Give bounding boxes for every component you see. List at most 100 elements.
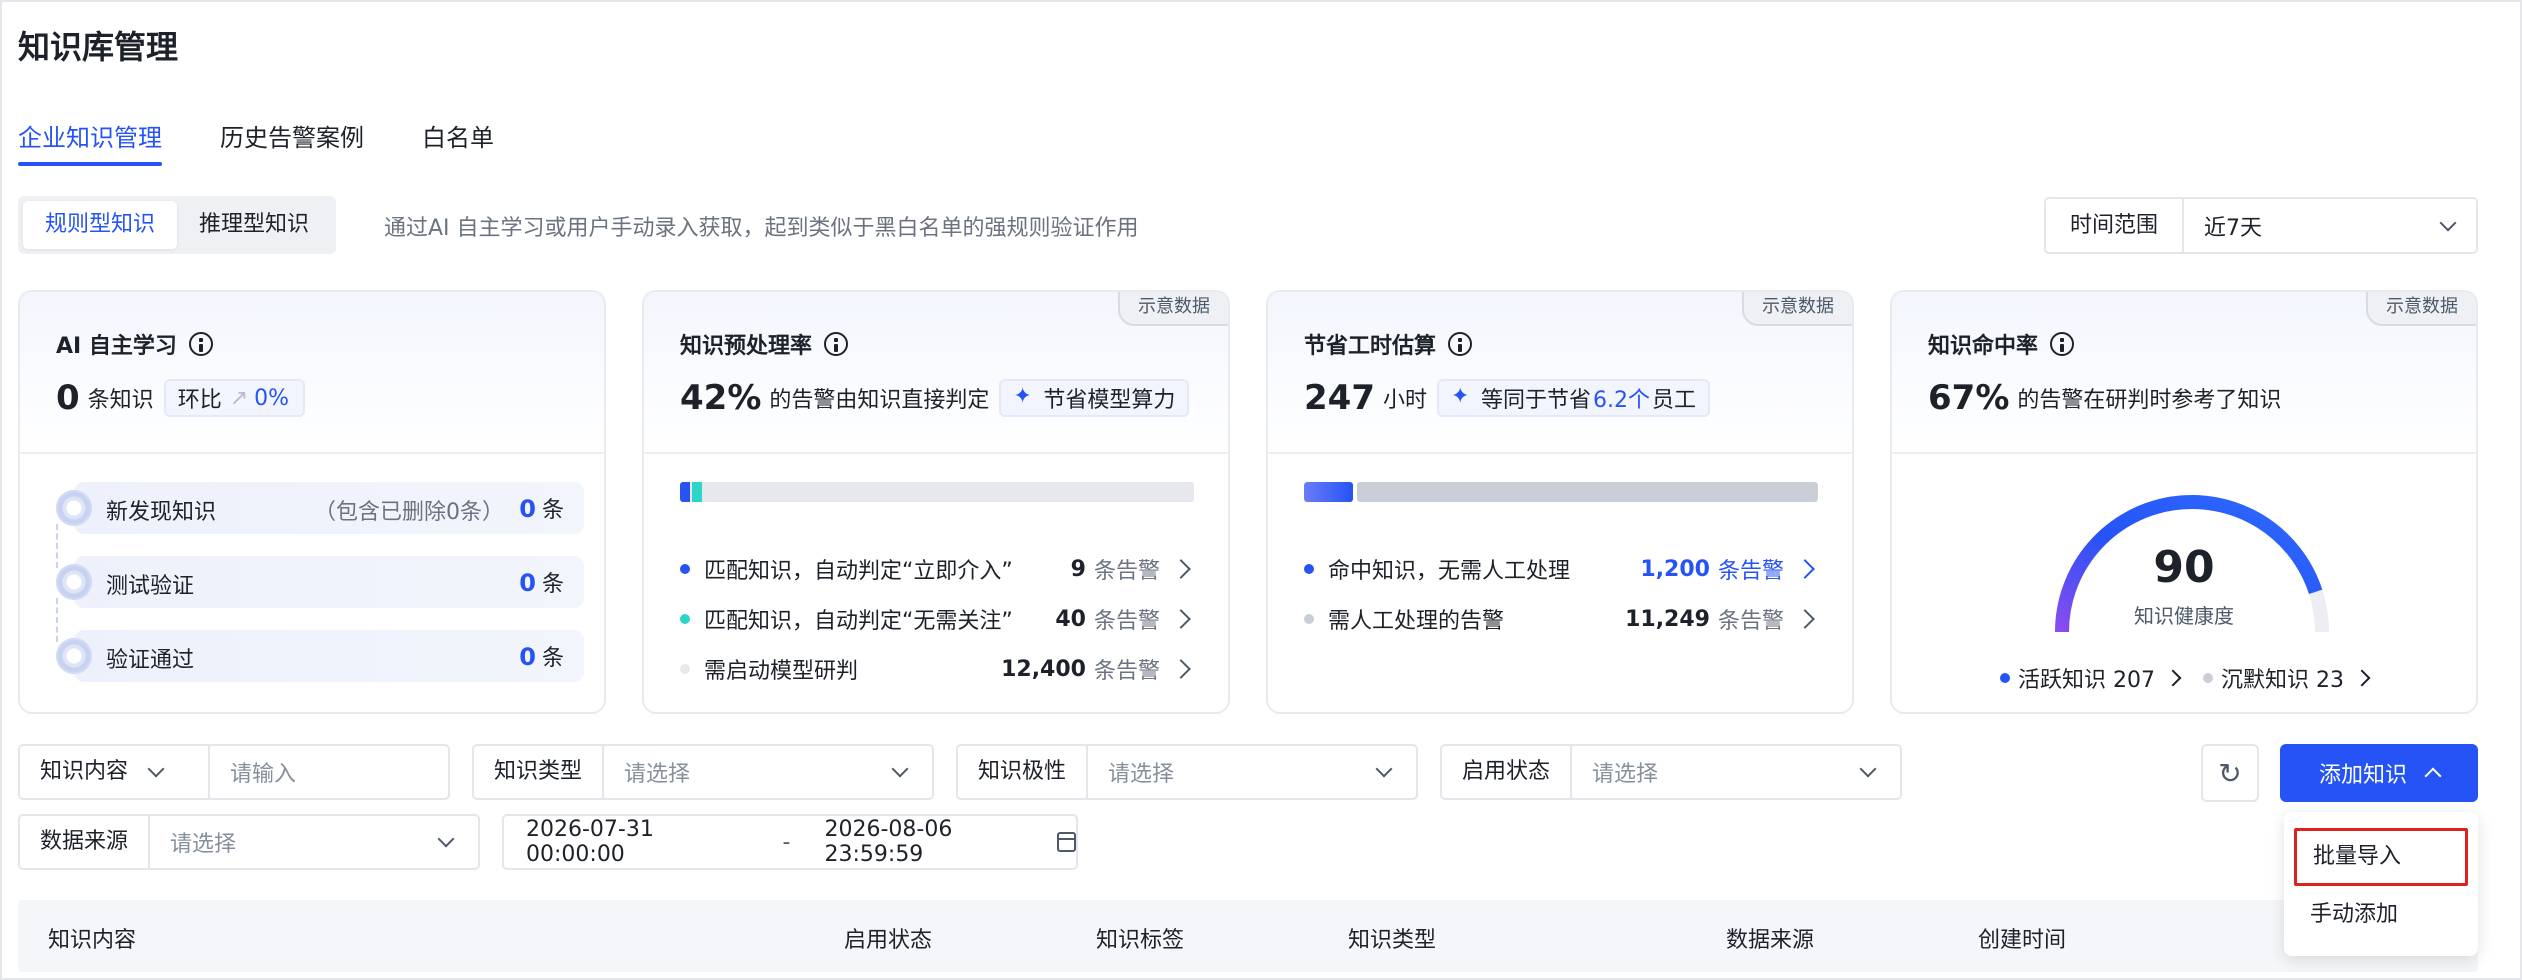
- add-knowledge-button[interactable]: 添加知识: [2280, 744, 2478, 802]
- info-icon[interactable]: [1448, 332, 1473, 356]
- segment-description: 通过AI 自主学习或用户手动录入获取，起到类似于黑白名单的强规则验证作用: [384, 216, 1139, 241]
- filter-enable-status[interactable]: 启用状态 请选择: [1440, 744, 1902, 800]
- card-hit-rate: 示意数据 知识命中率 67% 的告警在研判时参考了知识 90 知识健康度 活跃知…: [1890, 290, 2478, 714]
- list-item[interactable]: 需人工处理的告警 11,249 条告警: [1304, 594, 1818, 644]
- legend-silent-knowledge[interactable]: 沉默知识 23: [2203, 662, 2371, 694]
- chevron-down-icon: [437, 830, 455, 848]
- list-item[interactable]: 命中知识，无需人工处理 1,200 条告警: [1304, 544, 1818, 594]
- demo-data-badge: 示意数据: [1118, 292, 1228, 326]
- info-icon[interactable]: [188, 332, 213, 356]
- refresh-button[interactable]: ↻: [2201, 744, 2259, 802]
- filter-knowledge-type[interactable]: 知识类型 请选择: [472, 744, 934, 800]
- segment-reasoning-knowledge[interactable]: 推理型知识: [177, 201, 331, 249]
- list-item[interactable]: 匹配知识，自动判定“无需关注” 40 条告警: [680, 594, 1194, 644]
- legend-dot: [1304, 564, 1314, 574]
- list-item[interactable]: 需启动模型研判 12,400 条告警: [680, 644, 1194, 694]
- step-testing: 测试验证 0条: [56, 556, 584, 608]
- card-ai-learning: AI 自主学习 0 条知识 环比 ↗ 0% 新发现知识 （包含已删除0条） 0条…: [18, 290, 606, 714]
- info-icon[interactable]: [2050, 332, 2075, 356]
- time-range-select[interactable]: 时间范围 近7天: [2044, 197, 2478, 254]
- status-select[interactable]: 请选择: [1572, 756, 1862, 788]
- content-field-select[interactable]: 知识内容: [20, 746, 211, 798]
- filter-knowledge-content: 知识内容 请输入: [18, 744, 450, 800]
- card-preprocess-rate: 示意数据 知识预处理率 42% 的告警由知识直接判定 节省模型算力 匹配知识，自…: [642, 290, 1230, 714]
- gauge-legend: 活跃知识 207 沉默知识 23: [1892, 662, 2476, 694]
- metric-value: 67%: [1928, 378, 2010, 418]
- chevron-down-icon: [1859, 760, 1877, 778]
- column-header-source: 数据来源: [1726, 928, 1815, 953]
- legend-active-knowledge[interactable]: 活跃知识 207: [2000, 662, 2182, 694]
- calendar-icon: [1057, 832, 1077, 852]
- savings-progress-bar: [1304, 482, 1818, 502]
- legend-dot: [1304, 614, 1314, 624]
- knowledge-type-segment: 规则型知识 推理型知识: [18, 196, 337, 254]
- card-title: 节省工时估算: [1304, 334, 1437, 359]
- chevron-down-icon: [891, 760, 909, 778]
- list-item[interactable]: 匹配知识，自动判定“立即介入” 9 条告警: [680, 544, 1194, 594]
- compare-pill: 环比 ↗ 0%: [163, 379, 306, 417]
- polarity-select[interactable]: 请选择: [1088, 756, 1378, 788]
- chevron-right-icon: [1795, 559, 1815, 579]
- chevron-right-icon: [1795, 609, 1815, 629]
- tab-whitelist[interactable]: 白名单: [422, 120, 494, 166]
- compare-value: 0%: [254, 385, 290, 411]
- progress-segment: [691, 482, 702, 502]
- column-header-status: 启用状态: [844, 928, 933, 953]
- compare-label: 环比: [177, 388, 222, 413]
- metric-unit: 小时: [1382, 388, 1427, 413]
- refresh-icon: ↻: [2218, 756, 2242, 790]
- menu-item-manual-add[interactable]: 手动添加: [2284, 886, 2478, 946]
- column-header-tags: 知识标签: [1096, 928, 1185, 953]
- type-select[interactable]: 请选择: [604, 756, 894, 788]
- card-time-savings: 示意数据 节省工时估算 247 小时 等同于节省 6.2个 员工 命中知识，无需…: [1266, 290, 1854, 714]
- time-range-label: 时间范围: [2046, 199, 2184, 252]
- legend-dot: [680, 614, 690, 624]
- info-icon[interactable]: [824, 332, 849, 356]
- chevron-right-icon: [1171, 559, 1191, 579]
- card-header: 示意数据 节省工时估算 247 小时 等同于节省 6.2个 员工: [1268, 292, 1852, 454]
- card-header: 示意数据 知识预处理率 42% 的告警由知识直接判定 节省模型算力: [644, 292, 1228, 454]
- chevron-down-icon: [147, 760, 165, 778]
- sparkle-icon: [1451, 384, 1471, 409]
- saving-pill: 等同于节省 6.2个 员工: [1437, 379, 1711, 417]
- menu-item-batch-import[interactable]: 批量导入: [2294, 828, 2468, 886]
- legend-dot: [2000, 673, 2010, 683]
- metric-desc: 的告警由知识直接判定: [769, 388, 990, 413]
- chevron-right-icon: [2164, 669, 2182, 687]
- column-header-created-time: 创建时间: [1978, 928, 2067, 953]
- metric-value: 247: [1304, 378, 1375, 418]
- gauge-value: 90: [2153, 542, 2215, 593]
- column-header-type: 知识类型: [1348, 928, 1437, 953]
- step-verified: 验证通过 0条: [56, 630, 584, 682]
- progress-segment: [680, 482, 690, 502]
- step-dot-icon: [56, 564, 92, 600]
- card-header: 示意数据 知识命中率 67% 的告警在研判时参考了知识: [1892, 292, 2476, 454]
- progress-segment: [1357, 482, 1818, 502]
- tab-enterprise-knowledge[interactable]: 企业知识管理: [18, 120, 162, 166]
- filter-knowledge-polarity[interactable]: 知识极性 请选择: [956, 744, 1418, 800]
- preprocess-rows: 匹配知识，自动判定“立即介入” 9 条告警 匹配知识，自动判定“无需关注” 40…: [680, 544, 1194, 694]
- metric-unit: 条知识: [87, 388, 154, 413]
- card-title: 知识命中率: [1928, 334, 2039, 359]
- metric-value: 42%: [680, 378, 762, 418]
- segment-rule-knowledge[interactable]: 规则型知识: [23, 201, 178, 249]
- table-header: 知识内容 启用状态 知识标签 知识类型 数据来源 创建时间: [18, 900, 2478, 972]
- chevron-right-icon: [1171, 609, 1191, 629]
- source-select[interactable]: 请选择: [150, 826, 440, 858]
- add-knowledge-dropdown: 批量导入 手动添加: [2284, 812, 2478, 956]
- learning-steps: 新发现知识 （包含已删除0条） 0条 测试验证 0条 验证通过 0条: [56, 482, 586, 704]
- gauge-label: 知识健康度: [2134, 604, 2234, 628]
- sparkle-icon: [1013, 384, 1033, 409]
- date-start[interactable]: 2026-07-31 00:00:00: [526, 817, 745, 867]
- legend-dot: [680, 564, 690, 574]
- metric-value: 0: [56, 378, 80, 418]
- content-search-input[interactable]: 请输入: [210, 756, 448, 788]
- column-header-content: 知识内容: [48, 928, 137, 953]
- date-end[interactable]: 2026-08-06 23:59:59: [825, 817, 1044, 867]
- step-new-discovered: 新发现知识 （包含已删除0条） 0条: [56, 482, 584, 534]
- progress-segment: [703, 482, 1194, 502]
- date-range-picker[interactable]: 2026-07-31 00:00:00 - 2026-08-06 23:59:5…: [502, 814, 1078, 870]
- tab-history-alert-cases[interactable]: 历史告警案例: [220, 120, 364, 166]
- filter-data-source[interactable]: 数据来源 请选择: [18, 814, 480, 870]
- metric-desc: 的告警在研判时参考了知识: [2017, 388, 2282, 413]
